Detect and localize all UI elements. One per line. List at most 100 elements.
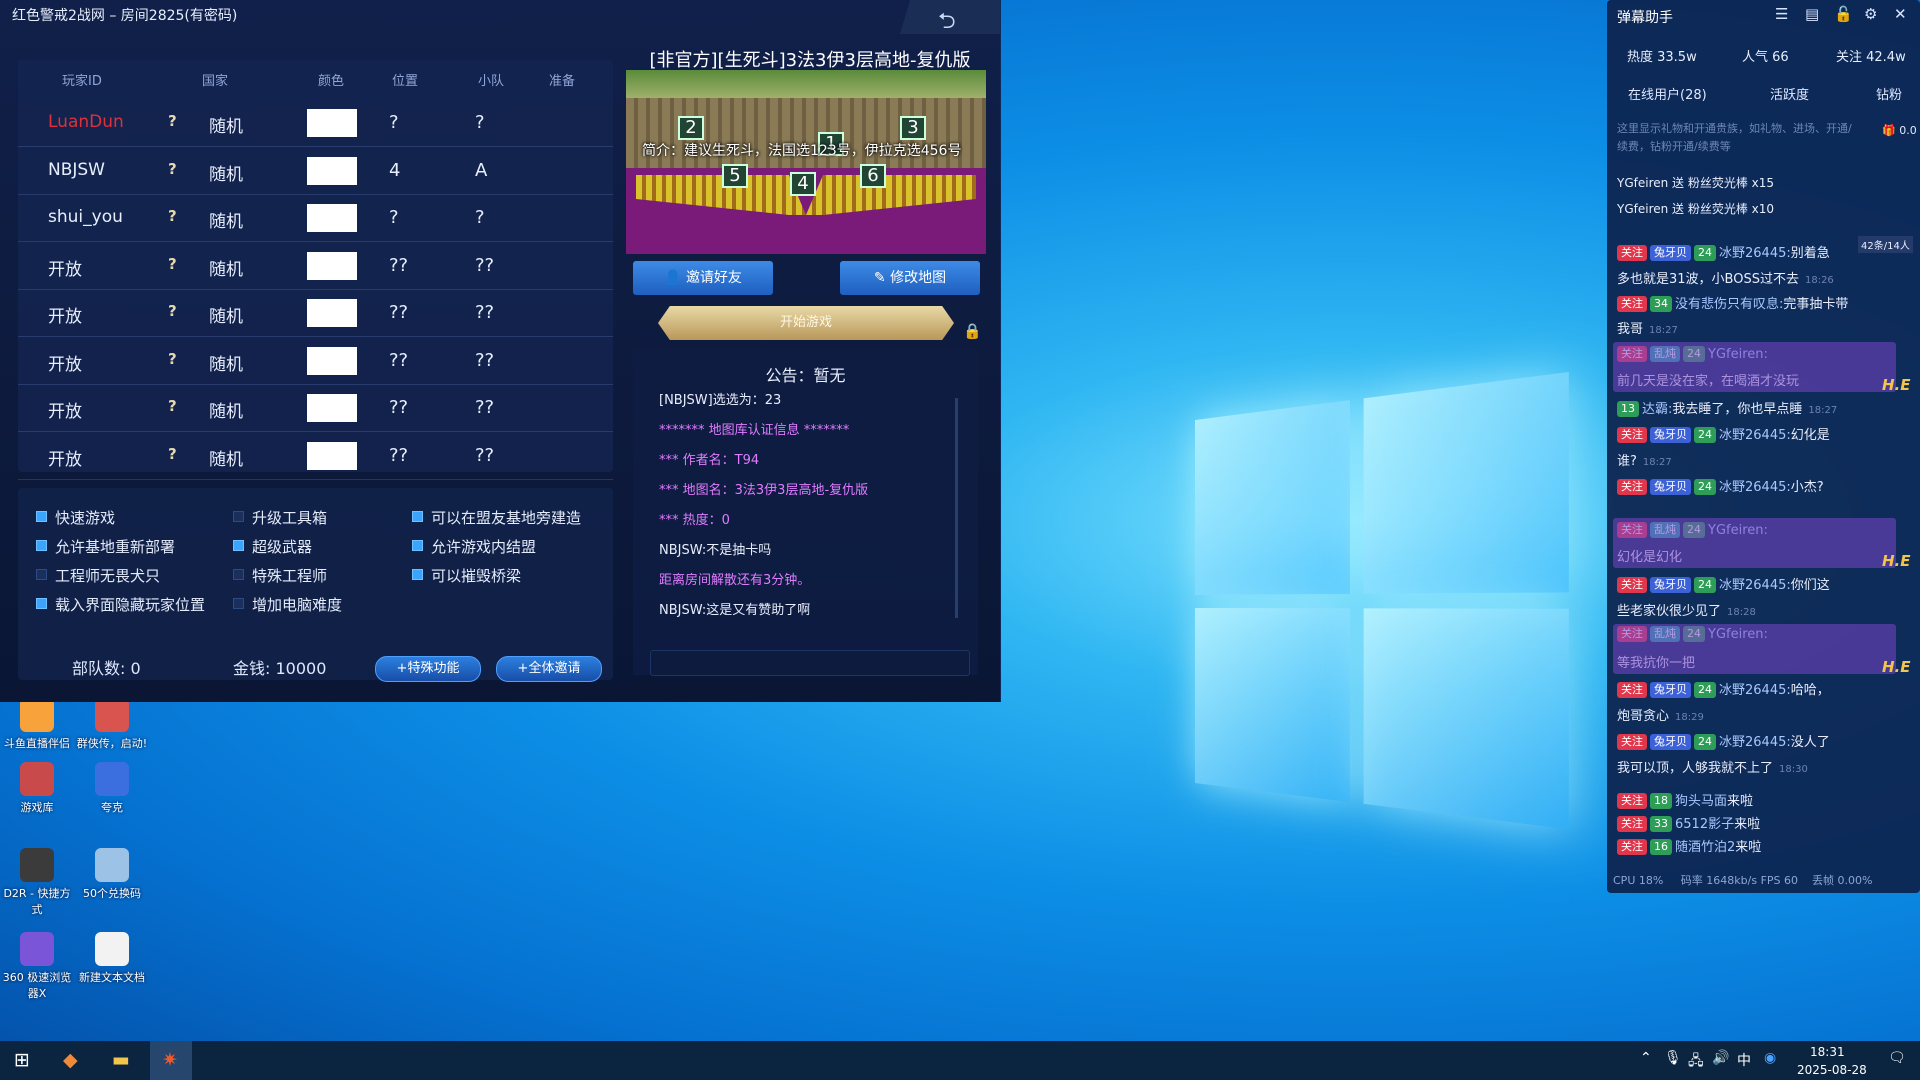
desktop-icon[interactable]: 夸克 [73,762,151,815]
desktop-icon[interactable]: 斗鱼直播伴侣 [0,698,76,751]
follow-tag[interactable]: 关注 [1617,479,1647,495]
ime-indicator[interactable]: 中 [1737,1050,1751,1070]
user-name[interactable]: 6512影子 [1675,817,1734,832]
follow-tag[interactable]: 关注 [1617,577,1647,593]
option-checkbox[interactable]: 载入界面隐藏玩家位置 [36,594,205,615]
nation-select[interactable]: 随机 [209,160,243,185]
desktop-icon[interactable]: D2R - 快捷方式 [0,848,76,917]
option-checkbox[interactable]: 超级武器 [233,536,312,557]
color-select[interactable] [307,109,357,137]
position-select[interactable]: 4 [389,160,400,181]
user-name[interactable]: 没有悲伤只有叹息: [1675,297,1783,312]
tray-chevron-icon[interactable]: ⌃ [1640,1050,1652,1066]
nation-select[interactable]: 随机 [209,112,243,137]
position-select[interactable]: ?? [389,397,408,418]
checkbox-icon[interactable] [36,540,47,551]
checkbox-icon[interactable] [412,511,423,522]
follow-tag[interactable]: 关注 [1617,245,1647,261]
tab-diamond-fans[interactable]: 钻粉 [1876,84,1902,103]
edit-map-button[interactable]: ✎ 修改地图 [840,261,980,295]
follow-tag[interactable]: 关注 [1617,793,1647,809]
option-checkbox[interactable]: 可以在盟友基地旁建造 [412,507,581,528]
option-checkbox[interactable]: 允许游戏内结盟 [412,536,536,557]
position-select[interactable]: ?? [389,350,408,371]
tab-online-users[interactable]: 在线用户(28) [1628,84,1707,103]
desktop-icon[interactable]: 50个兑换码 [73,848,151,901]
game-taskbar-item[interactable]: ✷ [150,1041,192,1080]
microphone-icon[interactable]: 🎙 [1664,1050,1682,1066]
follow-tag[interactable]: 关注 [1617,839,1647,855]
qq-icon[interactable]: ◉ [1764,1050,1776,1066]
file-explorer-icon[interactable]: ▬ [112,1049,130,1071]
clock-time[interactable]: 18:31 [1810,1045,1845,1059]
color-select[interactable] [307,394,357,422]
option-checkbox[interactable]: 升级工具箱 [233,507,327,528]
user-name[interactable]: 冰野26445: [1719,428,1791,443]
color-select[interactable] [307,346,357,375]
checkbox-icon[interactable] [233,540,244,551]
special-function-button[interactable]: +特殊功能 [375,656,481,682]
option-checkbox[interactable]: 允许基地重新部署 [36,536,175,557]
team-select[interactable]: ?? [475,397,494,418]
user-name[interactable]: 冰野26445: [1719,480,1791,495]
nation-select[interactable]: 随机 [209,397,243,422]
player-row[interactable]: LuanDun? 随机?? [18,100,613,147]
user-name[interactable]: 冰野26445: [1719,683,1791,698]
position-select[interactable]: ? [389,207,399,228]
checkbox-icon[interactable] [36,511,47,522]
position-select[interactable]: ? [389,112,399,133]
position-select[interactable]: ?? [389,302,408,323]
settings-icon[interactable]: ⚙ [1864,5,1877,23]
option-checkbox[interactable]: 增加电脑难度 [233,594,342,615]
color-select[interactable] [307,441,357,470]
checkbox-icon[interactable] [412,569,423,580]
color-select[interactable] [307,251,357,280]
team-select[interactable]: ?? [475,350,494,371]
player-row[interactable]: NBJSW? 随机 4 A [18,148,613,195]
follow-tag[interactable]: 关注 [1617,816,1647,832]
desktop-icon[interactable]: 360 极速浏览器X [0,932,76,1001]
color-select[interactable] [307,156,357,185]
nation-select[interactable]: 随机 [209,302,243,327]
checkbox-icon[interactable] [412,540,423,551]
checkbox-icon[interactable] [36,569,47,580]
user-name[interactable]: 狗头马面 [1675,794,1727,809]
follow-tag[interactable]: 关注 [1617,296,1647,312]
filter-icon[interactable]: ☰ [1775,5,1788,23]
team-select[interactable]: ?? [475,302,494,323]
volume-icon[interactable]: 🔊 [1712,1050,1729,1066]
checkbox-icon[interactable] [233,569,244,580]
team-select[interactable]: A [475,160,487,181]
checkbox-icon[interactable] [233,598,244,609]
checkbox-icon[interactable] [233,511,244,522]
player-row[interactable]: 开放? 随机???? [18,338,613,385]
douyu-app-icon[interactable]: ◆ [63,1049,78,1071]
team-select[interactable]: ?? [475,255,494,276]
team-select[interactable]: ? [475,112,485,133]
nation-select[interactable]: 随机 [209,207,243,232]
unlock-icon[interactable]: 🔓 [1834,5,1853,23]
follow-tag[interactable]: 关注 [1617,427,1647,443]
lock-icon[interactable]: 🔒 [963,322,982,340]
color-select[interactable] [307,299,357,327]
tab-activity[interactable]: 活跃度 [1770,84,1809,103]
invite-friend-button[interactable]: 👤 邀请好友 [633,261,773,295]
map-preview[interactable] [626,70,986,254]
option-checkbox[interactable]: 特殊工程师 [233,565,327,586]
position-select[interactable]: ?? [389,255,408,276]
list-icon[interactable]: ▤ [1805,5,1819,23]
player-row[interactable]: 开放? 随机???? [18,385,613,432]
color-select[interactable] [307,204,357,232]
desktop-icon[interactable]: 新建文本文档 [73,932,151,985]
network-icon[interactable]: 🖧 [1688,1050,1704,1074]
team-select[interactable]: ?? [475,445,494,466]
chat-scrollbar[interactable] [955,398,958,618]
user-name[interactable]: 达霸: [1642,402,1672,417]
player-row[interactable]: 开放? 随机???? [18,290,613,337]
user-name[interactable]: 冰野26445: [1719,246,1791,261]
nation-select[interactable]: 随机 [209,255,243,280]
start-icon[interactable]: ⊞ [14,1049,30,1071]
clock-date[interactable]: 2025-08-28 [1797,1063,1867,1077]
follow-tag[interactable]: 关注 [1617,682,1647,698]
user-name[interactable]: 冰野26445: [1719,735,1791,750]
